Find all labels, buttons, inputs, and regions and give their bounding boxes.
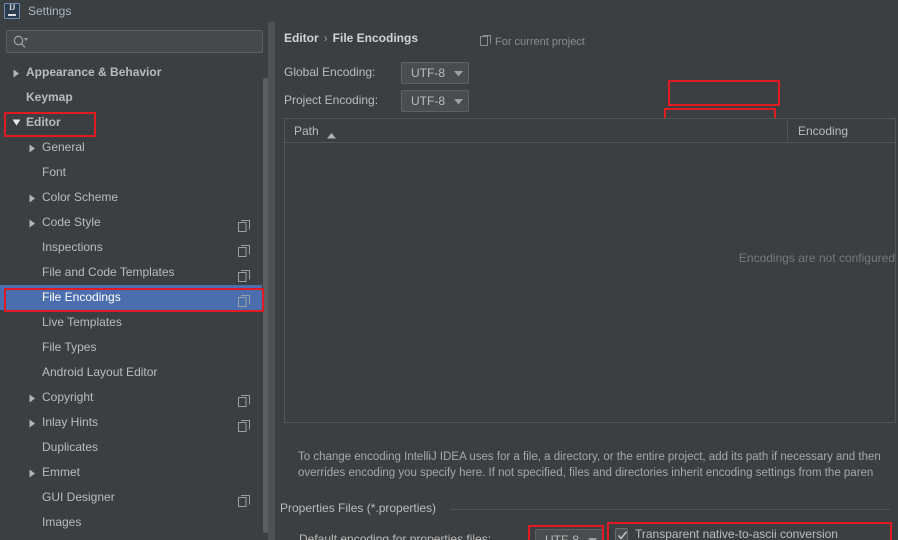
sidebar-item-label: Android Layout Editor [42,360,157,385]
chevron-right-icon[interactable] [26,460,38,485]
sidebar-item-label: File Types [42,335,96,360]
global-encoding-value: UTF-8 [411,66,445,80]
breadcrumb: Editor › File Encodings [284,31,418,45]
chevron-right-icon[interactable] [26,210,38,235]
chevron-right-icon[interactable] [26,185,38,210]
for-current-project-text: For current project [495,36,585,48]
sidebar-item-appearance-behavior[interactable]: Appearance & Behavior [0,60,262,85]
project-scope-icon [238,391,250,403]
default-properties-encoding-label: Default encoding for properties files: [299,532,491,540]
window-title: Settings [28,4,71,18]
project-encoding-dropdown[interactable]: UTF-8 [401,90,469,112]
breadcrumb-separator: › [324,31,328,45]
sidebar-item-images[interactable]: Images [0,510,262,535]
encodings-table[interactable]: Path Encoding Encodings are not configur… [284,118,896,423]
table-header-row: Path Encoding [285,119,895,143]
sort-ascending-icon [327,128,336,142]
checkbox-box[interactable] [615,528,628,540]
project-scope-icon [238,291,250,303]
sidebar-item-label: Inlay Hints [42,410,98,435]
sidebar-item-copyright[interactable]: Copyright [0,385,262,410]
sidebar-item-label: GUI Designer [42,485,115,510]
chevron-right-icon[interactable] [26,385,38,410]
sidebar-item-file-and-code-templates[interactable]: File and Code Templates [0,260,262,285]
sidebar-item-label: Duplicates [42,435,98,460]
search-field-wrapper [6,30,263,53]
chevron-down-icon[interactable] [10,110,22,135]
chevron-right-icon[interactable] [26,410,38,435]
sidebar-item-live-templates[interactable]: Live Templates [0,310,262,335]
project-scope-icon [480,35,491,49]
sidebar-item-editor[interactable]: Editor [0,110,262,135]
sidebar-item-emmet[interactable]: Emmet [0,460,262,485]
column-header-encoding[interactable]: Encoding [798,119,848,143]
project-encoding-label: Project Encoding: [284,93,378,107]
sidebar-item-label: Inspections [42,235,103,260]
transparent-native-to-ascii-checkbox[interactable]: Transparent native-to-ascii conversion [615,527,838,540]
sidebar-item-label: Emmet [42,460,80,485]
table-body: Encodings are not configured [285,143,895,422]
sidebar-item-duplicates[interactable]: Duplicates [0,435,262,460]
sidebar-item-gui-designer[interactable]: GUI Designer [0,485,262,510]
column-divider[interactable] [787,121,788,141]
sidebar-item-file-types[interactable]: File Types [0,335,262,360]
sidebar-item-label: File and Code Templates [42,260,175,285]
sidebar-item-label: Appearance & Behavior [26,60,161,85]
search-input[interactable] [6,30,263,53]
sidebar-item-label: Copyright [42,385,93,410]
help-text-line-2: overrides encoding you specify here. If … [298,465,898,481]
project-encoding-value: UTF-8 [411,94,445,108]
breadcrumb-parent[interactable]: Editor [284,31,319,45]
chevron-down-icon [454,66,463,80]
sidebar-item-font[interactable]: Font [0,160,262,185]
sidebar-item-label: Keymap [26,85,73,110]
checkbox-label: Transparent native-to-ascii conversion [635,527,838,540]
sidebar-item-file-encodings[interactable]: File Encodings [0,285,262,310]
panel-divider[interactable] [268,22,275,540]
chevron-right-icon[interactable] [26,135,38,160]
sidebar-item-label: Images [42,510,81,535]
sidebar-item-label: File Encodings [42,285,121,310]
chevron-right-icon[interactable] [10,60,22,85]
sidebar-item-inspections[interactable]: Inspections [0,235,262,260]
sidebar-item-label: General [42,135,85,160]
sidebar-item-inlay-hints[interactable]: Inlay Hints [0,410,262,435]
settings-sidebar: Appearance & BehaviorKeymapEditorGeneral… [0,22,268,540]
sidebar-item-label: Code Style [42,210,101,235]
sidebar-item-label: Font [42,160,66,185]
intellij-idea-logo-icon: IJ [4,3,20,19]
sidebar-item-label: Editor [26,110,61,135]
sidebar-item-code-style[interactable]: Code Style [0,210,262,235]
sidebar-item-color-scheme[interactable]: Color Scheme [0,185,262,210]
global-encoding-dropdown[interactable]: UTF-8 [401,62,469,84]
help-text: To change encoding IntelliJ IDEA uses fo… [298,449,898,481]
project-scope-icon [238,491,250,503]
breadcrumb-current: File Encodings [333,31,418,45]
file-encodings-panel: Editor › File Encodings For current projec… [275,22,898,540]
default-properties-encoding-value: UTF-8 [545,533,579,540]
column-header-path[interactable]: Path [294,119,319,143]
sidebar-item-label: Color Scheme [42,185,118,210]
settings-tree[interactable]: Appearance & BehaviorKeymapEditorGeneral… [0,60,262,540]
sidebar-item-general[interactable]: General [0,135,262,160]
default-properties-encoding-dropdown[interactable]: UTF-8 [535,529,603,540]
project-scope-icon [238,241,250,253]
sidebar-item-android-layout-editor[interactable]: Android Layout Editor [0,360,262,385]
global-encoding-label: Global Encoding: [284,65,375,79]
table-empty-message: Encodings are not configured [739,251,895,265]
title-bar: IJ Settings [0,0,898,22]
project-scope-icon [238,216,250,228]
properties-files-group-label: Properties Files (*.properties) [280,501,436,515]
project-scope-icon [238,266,250,278]
chevron-down-icon [588,533,597,540]
help-text-line-1: To change encoding IntelliJ IDEA uses fo… [298,449,898,465]
for-current-project-label: For current project [480,35,585,49]
group-separator-line [450,509,890,510]
sidebar-item-label: Live Templates [42,310,122,335]
chevron-down-icon [454,94,463,108]
sidebar-item-keymap[interactable]: Keymap [0,85,262,110]
annotation-box-global-encoding [668,80,780,106]
settings-dialog: IJ Settings Appearance & BehaviorKeymapE… [0,0,898,540]
project-scope-icon [238,416,250,428]
